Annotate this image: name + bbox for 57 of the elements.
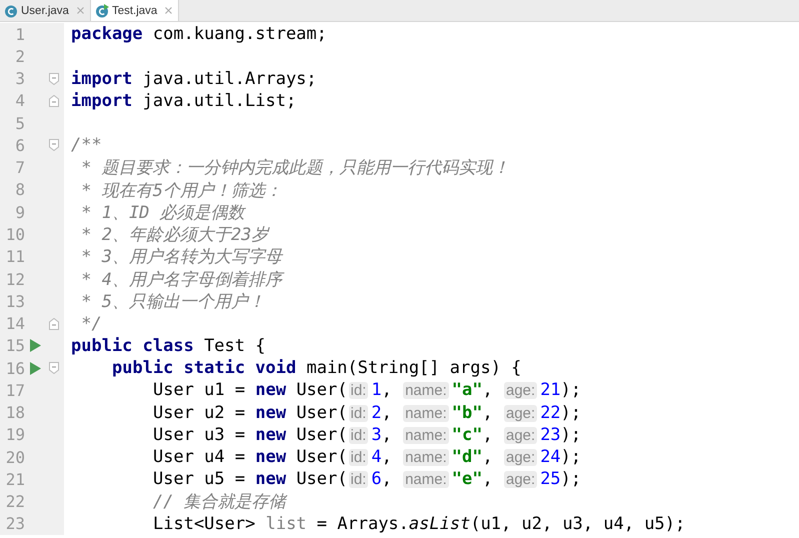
line-number: 9 — [14, 202, 25, 222]
code-line: public static void main(String[] args) { — [112, 358, 522, 378]
fold-icon[interactable] — [49, 362, 59, 374]
line-number: 13 — [4, 292, 25, 311]
code-line: User u3 = new User( id: 3, name: "c", age: 23); — [153, 424, 582, 445]
run-icon[interactable] — [30, 339, 40, 352]
close-icon[interactable] — [76, 7, 84, 14]
line-number: 5 — [14, 114, 25, 133]
code-line: * 3、用户名转为大写字母 — [80, 246, 282, 268]
fold-icon[interactable] — [49, 139, 59, 152]
file-tab[interactable]: Test.java — [90, 0, 180, 21]
fold-icon[interactable] — [49, 94, 59, 107]
line-number: 14 — [4, 314, 25, 334]
code-line: /** — [71, 135, 102, 156]
line-number: 15 — [4, 336, 25, 356]
code-line: * 1、ID 必须是偶数 — [80, 202, 245, 224]
code-line: * 现在有5个用户！筛选： — [80, 180, 282, 202]
line-number: 4 — [14, 91, 25, 110]
class-icon — [4, 4, 18, 18]
code-line: * 4、用户名字母倒着排序 — [71, 268, 282, 291]
fold-icon[interactable] — [49, 318, 59, 330]
line-number: 18 — [4, 403, 25, 422]
line-number: 12 — [4, 270, 25, 289]
line-number: 23 — [4, 514, 25, 534]
code-line: User u1 = new User( id: 1, name: "a", age: 21); — [153, 380, 582, 400]
line-number: 3 — [14, 69, 25, 88]
line-number: 11 — [4, 247, 25, 266]
code-line: List<User> list = Arrays.asList(u1, u2, u3, u4, u5); — [153, 514, 686, 534]
line-number: 2 — [14, 46, 25, 66]
line-number: 10 — [4, 225, 25, 244]
code-line: import java.util.List; — [71, 90, 296, 111]
code-line: User u4 = new User( id: 4, name: "d", age: 24); — [153, 447, 582, 468]
code-line: */ — [80, 314, 102, 334]
class-run-icon — [94, 4, 109, 18]
fold-icon[interactable] — [49, 72, 59, 85]
line-number: 17 — [4, 380, 25, 400]
code-line: package com.kuang.stream; — [71, 24, 327, 44]
run-icon[interactable] — [30, 362, 40, 375]
line-number: 20 — [4, 448, 25, 467]
code-line: User u2 = new User( id: 2, name: "b", age: 22); — [153, 402, 582, 423]
line-number: 21 — [4, 470, 25, 489]
line-number: 1 — [14, 24, 25, 44]
line-number: 19 — [4, 425, 25, 444]
code-line: * 题目要求：一分钟内完成此题，只能用一行代码实现！ — [80, 157, 510, 180]
line-number: 8 — [14, 180, 25, 200]
code-line: // 集合就是存储 — [153, 491, 286, 514]
close-icon[interactable] — [165, 7, 172, 14]
code-line: * 5、只输出一个用户！ — [80, 290, 265, 313]
line-number: 6 — [14, 136, 25, 155]
line-number: 7 — [14, 158, 25, 178]
line-number: 16 — [4, 358, 25, 378]
code-line: public class Test { — [71, 336, 266, 356]
code-line: import java.util.Arrays; — [71, 68, 317, 89]
code-line: User u5 = new User( id: 6, name: "e", age: 25); — [153, 469, 582, 490]
file-tab[interactable]: User.java — [0, 0, 91, 21]
code-line: * 2、年龄必须大于23岁 — [80, 224, 268, 246]
line-number: 22 — [4, 492, 25, 512]
